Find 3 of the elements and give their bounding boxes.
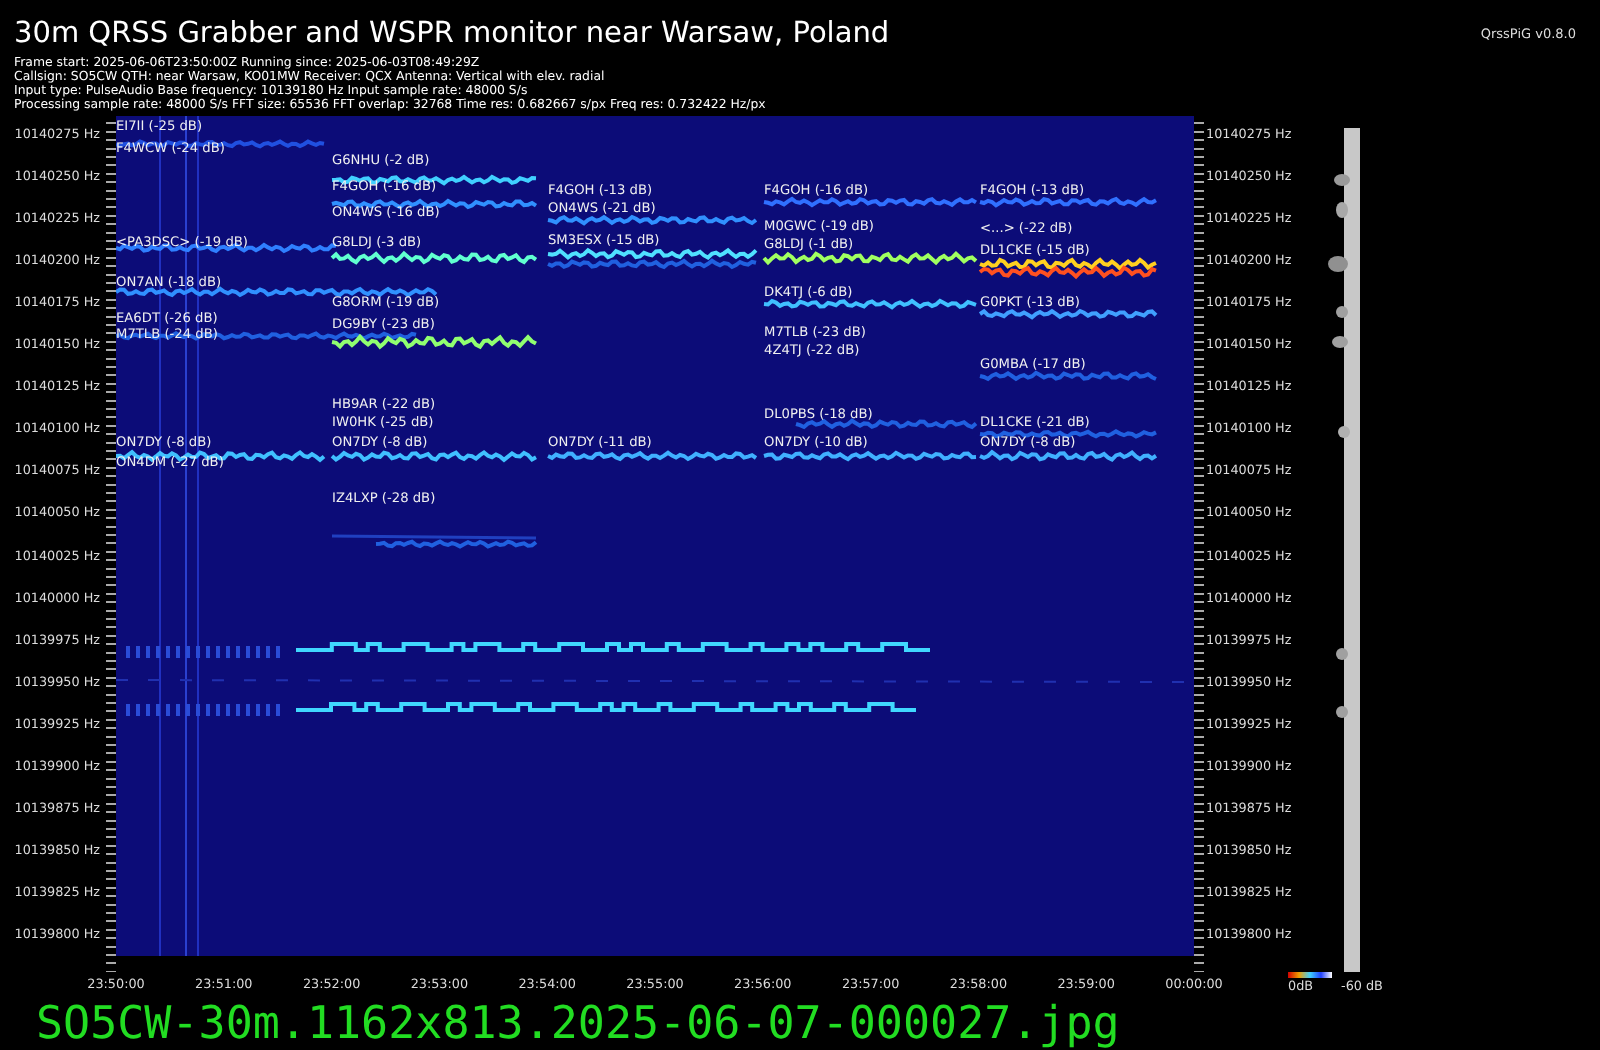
colorbar: [1288, 972, 1332, 978]
page-title: 30m QRSS Grabber and WSPR monitor near Warsaw, Poland: [14, 18, 890, 50]
filename-label: SO5CW-30m.1162x813.2025-06-07-000027.jpg: [36, 998, 1120, 1050]
